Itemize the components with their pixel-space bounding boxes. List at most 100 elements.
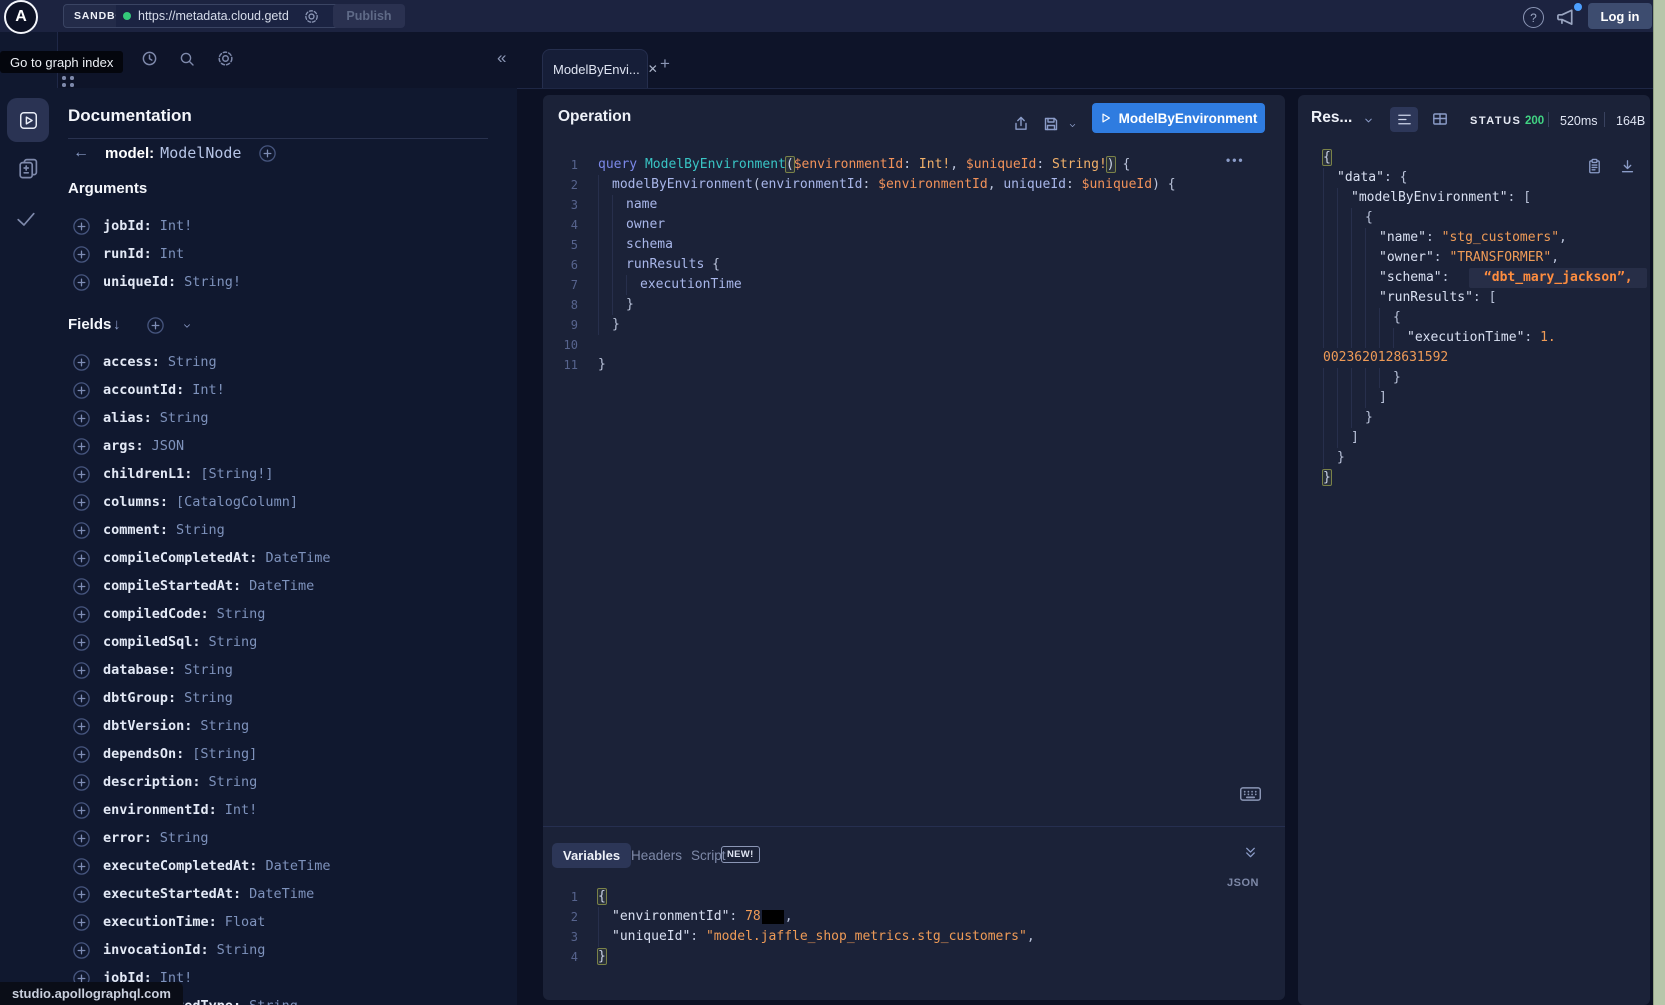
field-type[interactable]: Int! (225, 802, 258, 818)
field-type[interactable]: String (168, 354, 217, 370)
schema-field-row[interactable]: childrenL1:[String!] (57, 460, 517, 488)
add-field-icon[interactable] (73, 354, 90, 371)
add-field-icon[interactable] (73, 382, 90, 399)
schema-field-row[interactable]: columns:[CatalogColumn] (57, 488, 517, 516)
history-clock-icon[interactable] (140, 49, 159, 68)
schema-field-row[interactable]: access:String (57, 348, 517, 376)
add-field-icon[interactable] (73, 410, 90, 427)
schema-field-row[interactable]: compiledCode:String (57, 600, 517, 628)
tab-variables[interactable]: Variables (552, 843, 631, 868)
code-line[interactable]: 3name (543, 195, 1285, 215)
code-line[interactable]: 8} (543, 295, 1285, 315)
add-field-icon[interactable] (73, 746, 90, 763)
add-field-icon[interactable] (73, 218, 90, 235)
field-type[interactable]: String (249, 998, 298, 1005)
run-operation-button[interactable]: ModelByEnvironment (1092, 103, 1265, 133)
schema-field-row[interactable]: comment:String (57, 516, 517, 544)
view-as-json-button[interactable] (1390, 107, 1418, 132)
field-type[interactable]: String! (184, 274, 241, 290)
schema-field-row[interactable]: error:String (57, 824, 517, 852)
code-line[interactable]: 9} (543, 315, 1285, 335)
new-tab-icon[interactable]: + (660, 54, 670, 74)
login-button[interactable]: Log in (1588, 3, 1652, 29)
field-type[interactable]: DateTime (249, 886, 314, 902)
endpoint-settings-gear-icon[interactable] (303, 8, 320, 25)
schema-field-row[interactable]: executeStartedAt:DateTime (57, 880, 517, 908)
add-field-icon[interactable] (73, 830, 90, 847)
schema-field-row[interactable]: accountId:Int! (57, 376, 517, 404)
sidebar-item-checks-icon[interactable] (12, 207, 40, 231)
add-field-icon[interactable] (73, 886, 90, 903)
help-icon[interactable]: ? (1523, 7, 1544, 28)
query-editor[interactable]: 1query ModelByEnvironment($environmentId… (543, 155, 1285, 375)
add-field-icon[interactable] (73, 606, 90, 623)
add-field-icon[interactable] (73, 550, 90, 567)
schema-field-row[interactable]: alias:String (57, 404, 517, 432)
sort-fields-icon[interactable]: ↓ (113, 316, 121, 333)
field-type[interactable]: Float (225, 914, 266, 930)
field-type[interactable]: Int! (192, 382, 225, 398)
code-line[interactable]: 7executionTime (543, 275, 1285, 295)
schema-field-row[interactable]: database:String (57, 656, 517, 684)
code-line[interactable]: 3"uniqueId": "model.jaffle_shop_metrics.… (543, 927, 1285, 947)
schema-field-row[interactable]: runId:Int (57, 240, 517, 268)
close-tab-icon[interactable]: ✕ (648, 62, 658, 76)
add-field-icon[interactable] (73, 634, 90, 651)
field-type[interactable]: String (209, 774, 258, 790)
schema-field-row[interactable]: compileStartedAt:DateTime (57, 572, 517, 600)
field-type[interactable]: DateTime (265, 858, 330, 874)
save-icon[interactable] (1042, 115, 1060, 133)
schema-field-row[interactable]: uniqueId:String! (57, 268, 517, 296)
schema-field-row[interactable]: description:String (57, 768, 517, 796)
search-icon[interactable] (178, 50, 196, 68)
announcements-megaphone-icon[interactable] (1553, 6, 1577, 28)
add-type-icon[interactable] (259, 145, 276, 162)
add-all-fields-icon[interactable] (147, 317, 164, 334)
add-field-icon[interactable] (73, 774, 90, 791)
schema-field-row[interactable]: compiledSql:String (57, 628, 517, 656)
code-line[interactable]: 1query ModelByEnvironment($environmentId… (543, 155, 1285, 175)
schema-field-row[interactable]: executionTime:Float (57, 908, 517, 936)
field-type[interactable]: [String!] (200, 466, 273, 482)
share-icon[interactable] (1012, 115, 1030, 133)
save-options-chevron-icon[interactable] (1067, 121, 1078, 130)
endpoint-url-input[interactable]: https://metadata.cloud.getd (116, 4, 345, 28)
back-arrow-icon[interactable]: ← (73, 144, 89, 162)
add-field-icon[interactable] (73, 718, 90, 735)
schema-field-row[interactable]: invocationId:String (57, 936, 517, 964)
field-type[interactable]: String (217, 606, 266, 622)
collapse-sidebar-icon[interactable]: « (497, 48, 506, 68)
field-type[interactable]: Int (160, 246, 184, 262)
schema-field-row[interactable]: dependsOn:[String] (57, 740, 517, 768)
schema-field-row[interactable]: jobId:Int! (57, 212, 517, 240)
field-type[interactable]: DateTime (249, 578, 314, 594)
view-as-table-icon[interactable] (1431, 110, 1449, 128)
schema-field-row[interactable]: dbtVersion:String (57, 712, 517, 740)
add-field-icon[interactable] (73, 802, 90, 819)
add-field-icon[interactable] (73, 246, 90, 263)
type-field-type[interactable]: ModelNode (160, 144, 241, 162)
code-line[interactable]: 2"environmentId": 78, (543, 907, 1285, 927)
variables-editor[interactable]: 1{2"environmentId": 78,3"uniqueId": "mod… (543, 887, 1285, 967)
field-type[interactable]: String (200, 718, 249, 734)
add-field-icon[interactable] (73, 578, 90, 595)
code-line[interactable]: 11} (543, 355, 1285, 375)
add-field-icon[interactable] (73, 942, 90, 959)
schema-field-row[interactable]: args:JSON (57, 432, 517, 460)
fields-options-chevron-icon[interactable] (181, 321, 193, 331)
code-line[interactable]: 6runResults { (543, 255, 1285, 275)
field-type[interactable]: String (184, 690, 233, 706)
code-line[interactable]: 2modelByEnvironment(environmentId: $envi… (543, 175, 1285, 195)
field-type[interactable]: JSON (152, 438, 185, 454)
collapse-variables-icon[interactable] (1243, 845, 1258, 860)
add-field-icon[interactable] (73, 662, 90, 679)
schema-field-row[interactable]: executeCompletedAt:DateTime (57, 852, 517, 880)
code-line[interactable]: 1{ (543, 887, 1285, 907)
response-title[interactable]: Res... (1311, 109, 1352, 127)
add-field-icon[interactable] (73, 274, 90, 291)
field-type[interactable]: Int! (160, 218, 193, 234)
field-type[interactable]: DateTime (265, 550, 330, 566)
add-field-icon[interactable] (73, 914, 90, 931)
add-field-icon[interactable] (73, 466, 90, 483)
add-field-icon[interactable] (73, 522, 90, 539)
